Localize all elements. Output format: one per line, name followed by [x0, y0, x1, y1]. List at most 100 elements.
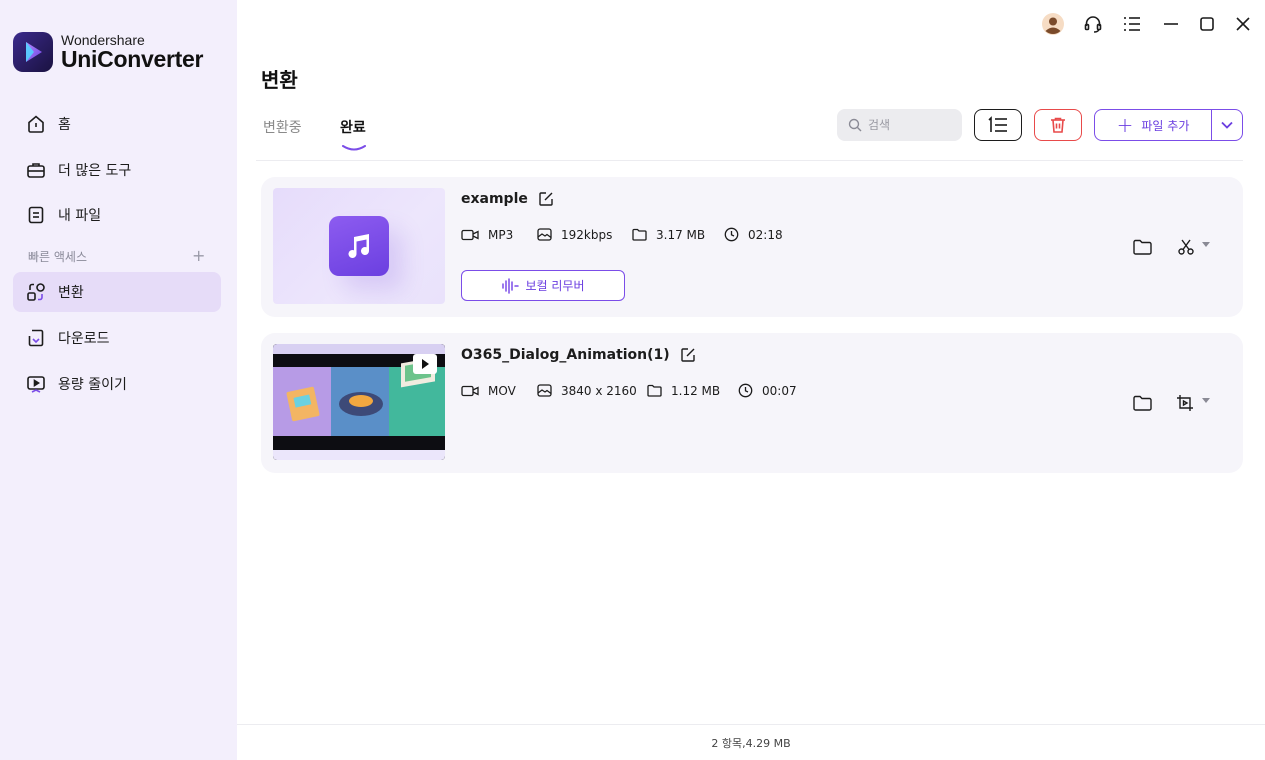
sidebar-item-label: 내 파일	[58, 208, 102, 224]
file-name: O365_Dialog_Animation(1)	[461, 347, 696, 363]
maximize-icon[interactable]	[1195, 12, 1219, 36]
toolbox-icon	[25, 159, 47, 181]
sidebar-item-label: 더 많은 도구	[58, 163, 132, 179]
search-icon	[848, 118, 862, 132]
format-value: MOV	[488, 383, 516, 398]
tab-completed[interactable]: 완료	[340, 117, 366, 137]
waveform-icon	[502, 277, 520, 294]
trim-button[interactable]	[1175, 236, 1197, 258]
file-meta: MP3 192kbps 3.17 MB 02:18	[461, 227, 783, 242]
open-folder-button[interactable]	[1131, 236, 1153, 258]
quality-info: 192kbps	[537, 228, 632, 242]
folder-icon	[1132, 239, 1152, 255]
convert-icon	[25, 281, 47, 303]
format-value: MP3	[488, 227, 514, 242]
quality-info: 3840 x 2160	[537, 384, 647, 398]
sort-list-button[interactable]	[974, 109, 1022, 141]
download-icon	[25, 327, 47, 349]
format-info: MP3	[461, 228, 537, 242]
delete-button[interactable]	[1034, 109, 1082, 141]
file-card: example MP3 192kbps 3.17 MB 02:18 보컬 리무버	[261, 177, 1243, 317]
sidebar-item-label: 변환	[58, 285, 84, 301]
brand-name: Wondershare	[61, 32, 145, 48]
numbered-list-icon	[988, 116, 1007, 132]
app-logo: Wondershare UniConverter	[13, 32, 203, 72]
active-tab-indicator	[342, 136, 366, 151]
quality-value: 3840 x 2160	[561, 383, 637, 398]
add-file-button-group: + 파일 추가	[1094, 109, 1243, 141]
tab-converting[interactable]: 변환중	[263, 117, 302, 137]
clock-icon	[724, 227, 739, 242]
audio-thumbnail	[273, 188, 445, 304]
size-info: 1.12 MB	[647, 384, 738, 398]
menu-icon[interactable]	[1120, 12, 1144, 36]
image-icon	[537, 384, 552, 397]
quick-access-title: 빠른 액세스	[28, 250, 88, 264]
status-text: 2 항목,4.29 MB	[711, 736, 791, 750]
plus-icon: +	[1116, 113, 1134, 137]
duration-info: 00:07	[738, 383, 797, 398]
crop-icon	[1177, 395, 1193, 411]
sidebar-item-compress[interactable]: 용량 줄이기	[13, 364, 221, 404]
file-meta: MOV 3840 x 2160 1.12 MB 00:07	[461, 383, 797, 398]
quick-access-add-button[interactable]: +	[192, 246, 205, 265]
status-bar: 2 항목,4.29 MB	[237, 724, 1265, 760]
trash-icon	[1051, 117, 1065, 133]
clock-icon	[738, 383, 753, 398]
support-headset-icon[interactable]	[1081, 12, 1105, 36]
folder-icon	[632, 228, 647, 241]
account-avatar-icon[interactable]	[1041, 12, 1065, 36]
compress-icon	[25, 373, 47, 395]
uniconverter-logo-icon	[13, 32, 53, 72]
minimize-icon[interactable]	[1159, 12, 1183, 36]
add-file-label: 파일 추가	[1141, 118, 1190, 133]
sidebar-item-convert[interactable]: 변환	[13, 272, 221, 312]
video-thumbnail	[273, 344, 445, 460]
sidebar-item-label: 다운로드	[58, 331, 110, 347]
file-card: O365_Dialog_Animation(1) MOV 3840 x 2160…	[261, 333, 1243, 473]
file-icon	[25, 204, 47, 226]
page-title: 변환	[261, 68, 298, 92]
vocal-remover-label: 보컬 리무버	[525, 279, 585, 293]
header-divider	[256, 160, 1243, 161]
duration-value: 02:18	[748, 227, 783, 242]
add-file-button[interactable]: + 파일 추가	[1095, 110, 1212, 140]
product-name: UniConverter	[61, 46, 204, 72]
chevron-down-icon	[1221, 121, 1233, 129]
duration-info: 02:18	[724, 227, 783, 242]
home-icon	[25, 113, 47, 135]
tool-dropdown-caret[interactable]	[1202, 398, 1210, 403]
quality-value: 192kbps	[561, 227, 613, 242]
sidebar-item-download[interactable]: 다운로드	[13, 318, 221, 358]
sidebar-item-more-tools[interactable]: 더 많은 도구	[13, 150, 221, 190]
close-icon[interactable]	[1231, 12, 1255, 36]
open-folder-button[interactable]	[1131, 392, 1153, 414]
duration-value: 00:07	[762, 383, 797, 398]
folder-icon	[1132, 395, 1152, 411]
music-note-icon	[329, 216, 389, 276]
edit-name-icon[interactable]	[680, 347, 696, 363]
scissors-icon	[1178, 239, 1194, 255]
size-info: 3.17 MB	[632, 228, 724, 242]
add-file-dropdown-button[interactable]	[1212, 110, 1242, 140]
image-icon	[537, 228, 552, 241]
format-info: MOV	[461, 384, 537, 398]
crop-button[interactable]	[1175, 392, 1197, 414]
vocal-remover-button[interactable]: 보컬 리무버	[461, 270, 625, 301]
tool-dropdown-caret[interactable]	[1202, 242, 1210, 247]
sidebar-item-label: 홈	[58, 117, 71, 133]
sidebar-item-home[interactable]: 홈	[13, 104, 221, 144]
sidebar-item-my-files[interactable]: 내 파일	[13, 195, 221, 235]
file-name-text: example	[461, 191, 528, 207]
folder-icon	[647, 384, 662, 397]
sidebar-item-label: 용량 줄이기	[58, 377, 127, 393]
file-name-text: O365_Dialog_Animation(1)	[461, 347, 670, 363]
video-camera-icon	[461, 229, 479, 240]
file-name: example	[461, 191, 554, 207]
video-camera-icon	[461, 385, 479, 396]
search-input[interactable]	[868, 118, 948, 132]
search-box[interactable]	[837, 109, 962, 141]
size-value: 3.17 MB	[656, 227, 706, 242]
sidebar: Wondershare UniConverter 홈 더 많은 도구 내 파일 …	[0, 0, 237, 760]
edit-name-icon[interactable]	[538, 191, 554, 207]
